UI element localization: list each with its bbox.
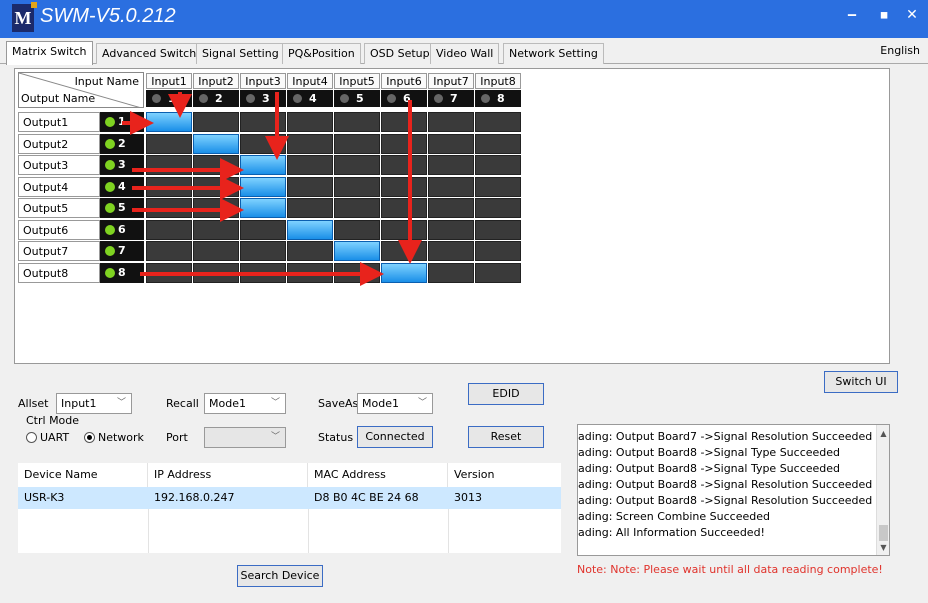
search-device-button[interactable]: Search Device xyxy=(237,565,323,587)
ctrl-mode-label: Ctrl Mode xyxy=(26,414,80,427)
log-panel: ading: Output Board7 ->Signal Resolution… xyxy=(577,424,890,556)
device-table-header: Device Name IP Address MAC Address Versi… xyxy=(18,463,561,487)
column-header: Device Name xyxy=(18,463,148,487)
recall-select[interactable]: Mode1 ﹀ xyxy=(204,393,286,414)
log-line: ading: Output Board8 ->Signal Type Succe… xyxy=(578,462,841,475)
scroll-down-icon[interactable]: ▼ xyxy=(877,541,889,554)
note-text: Note: Note: Please wait until all data r… xyxy=(577,563,883,576)
log-line: ading: All Information Succeeded! xyxy=(578,526,765,539)
log-scrollbar[interactable]: ▲ ▼ xyxy=(876,425,889,555)
column-header: MAC Address xyxy=(308,463,448,487)
device-table: Device Name IP Address MAC Address Versi… xyxy=(18,463,561,553)
log-line: ading: Output Board8 ->Signal Resolution… xyxy=(578,478,873,491)
edid-button[interactable]: EDID xyxy=(468,383,544,405)
version-cell: 3013 xyxy=(454,491,482,504)
switch-ui-button[interactable]: Switch UI xyxy=(824,371,898,393)
port-label: Port xyxy=(166,431,188,444)
chevron-down-icon: ﹀ xyxy=(270,398,280,408)
saveas-select[interactable]: Mode1 ﹀ xyxy=(357,393,433,414)
network-radio[interactable] xyxy=(84,432,95,443)
scroll-thumb[interactable] xyxy=(879,525,888,541)
log-line: ading: Output Board8 ->Signal Resolution… xyxy=(578,494,873,507)
device-name-cell: USR-K3 xyxy=(24,491,65,504)
status-label: Status xyxy=(318,431,354,444)
saveas-label: SaveAs xyxy=(318,397,359,410)
chevron-down-icon: ﹀ xyxy=(116,398,126,408)
network-label: Network xyxy=(98,431,144,444)
uart-radio[interactable] xyxy=(26,432,37,443)
column-header: IP Address xyxy=(148,463,308,487)
log-line: ading: Output Board8 ->Signal Type Succe… xyxy=(578,446,841,459)
status-indicator: Connected xyxy=(357,426,433,448)
recall-label: Recall xyxy=(166,397,199,410)
column-header: Version xyxy=(454,468,495,481)
ip-address-cell: 192.168.0.247 xyxy=(154,491,235,504)
uart-label: UART xyxy=(40,431,70,444)
log-line: ading: Screen Combine Succeeded xyxy=(578,510,770,523)
reset-button[interactable]: Reset xyxy=(468,426,544,448)
allset-label: Allset xyxy=(18,397,49,410)
port-select[interactable]: ﹀ xyxy=(204,427,286,448)
allset-select[interactable]: Input1 ﹀ xyxy=(56,393,132,414)
scroll-up-icon[interactable]: ▲ xyxy=(877,427,889,440)
mac-address-cell: D8 B0 4C BE 24 68 xyxy=(314,491,419,504)
chevron-down-icon: ﹀ xyxy=(270,432,280,442)
table-row[interactable]: USR-K3 192.168.0.247 D8 B0 4C BE 24 68 3… xyxy=(18,487,561,509)
chevron-down-icon: ﹀ xyxy=(417,398,427,408)
log-line: ading: Output Board7 ->Signal Resolution… xyxy=(578,430,873,443)
